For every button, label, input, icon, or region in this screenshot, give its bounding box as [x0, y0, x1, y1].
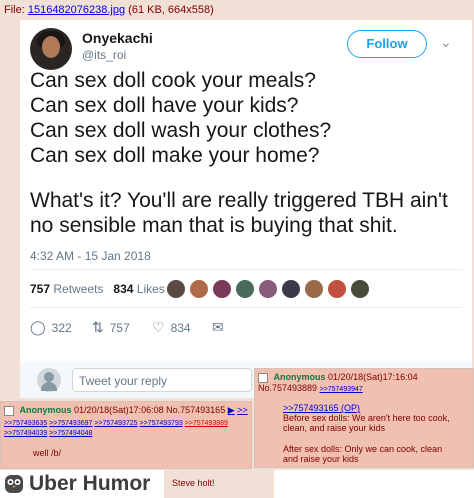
liker-avatar[interactable] [281, 279, 301, 299]
liker-avatar[interactable] [304, 279, 324, 299]
poster-name: Anonymous [19, 405, 72, 415]
liker-avatar[interactable] [350, 279, 370, 299]
file-label: File: [4, 4, 25, 16]
retweet-action[interactable]: ⇅ 757 [92, 319, 130, 336]
liker-avatar[interactable] [235, 279, 255, 299]
owl-logo-icon [5, 475, 23, 493]
retweets-label[interactable]: Retweets [53, 282, 103, 296]
reply-icon: ◯ [30, 319, 46, 335]
tweet-timestamp[interactable]: 4:32 AM - 15 Jan 2018 [30, 249, 151, 263]
post-number[interactable]: No.757493165 [166, 405, 225, 415]
post-number[interactable]: No.757493889 [258, 383, 317, 393]
file-link[interactable]: 1516482076238.jpg [28, 4, 125, 16]
divider [30, 269, 462, 270]
liker-avatar[interactable] [166, 279, 186, 299]
poster-name: Anonymous [273, 372, 326, 382]
envelope-icon: ✉ [212, 319, 224, 335]
tweet-line: Can sex doll cook your meals? [30, 69, 316, 92]
message-action[interactable]: ✉ [212, 319, 230, 336]
backlink[interactable]: >>757493725 [94, 420, 137, 427]
chevron-down-icon[interactable]: ⌄ [440, 34, 452, 51]
tweet-line: Can sex doll make your home? [30, 144, 320, 167]
follow-button[interactable]: Follow [347, 30, 427, 58]
backlink-highlighted[interactable]: >>757493889 [185, 420, 228, 427]
backlink[interactable]: >>757493635 [4, 420, 47, 427]
tweet-line: Can sex doll wash your clothes? [30, 119, 332, 142]
backlink[interactable]: >>757493793 [140, 420, 183, 427]
backlink[interactable]: >>757494048 [49, 430, 92, 437]
retweet-icon: ⇅ [92, 319, 104, 335]
retweet-count: 757 [109, 321, 130, 335]
liker-avatar[interactable] [327, 279, 347, 299]
post-paragraph: After sex dolls: Only we can cook, clean… [283, 444, 443, 464]
retweets-count[interactable]: 757 [30, 282, 50, 296]
file-meta: (61 KB, 664x558) [128, 4, 214, 16]
backlink[interactable]: >>757493697 [49, 420, 92, 427]
backlink[interactable]: >>757493947 [320, 386, 363, 393]
liker-avatar[interactable] [212, 279, 232, 299]
post-checkbox[interactable] [4, 405, 14, 416]
reply-action[interactable]: ◯ 322 [30, 319, 72, 336]
post-message: well /b/ [33, 448, 62, 458]
backlink[interactable]: >>757494039 [4, 430, 47, 437]
likes-count[interactable]: 834 [113, 282, 133, 296]
tweet-card: Onyekachi @its_roi Follow ⌄ Can sex doll… [20, 20, 472, 398]
engagement-stats: 757 Retweets 834 Likes [30, 282, 165, 296]
footer-bar: Uber Humor Steve holt! [0, 470, 474, 498]
forum-post: Anonymous 01/20/18(Sat)17:06:08 No.75749… [0, 401, 252, 469]
display-name[interactable]: Onyekachi [82, 30, 153, 46]
like-count: 834 [170, 321, 191, 335]
file-info-bar: File: 1516482076238.jpg (61 KB, 664x558) [0, 0, 474, 20]
user-avatar-icon [37, 368, 61, 392]
tweet-paragraph: What's it? You'll are really triggered T… [30, 189, 448, 237]
backlink[interactable]: >> [237, 405, 248, 415]
caption-box: Steve holt! [164, 470, 274, 498]
post-paragraph: Before sex dolls: We aren't here too coo… [283, 413, 450, 433]
likes-label[interactable]: Likes [137, 282, 165, 296]
user-handle[interactable]: @its_roi [82, 48, 126, 62]
caption-text: Steve holt! [172, 478, 215, 488]
reply-input[interactable]: Tweet your reply [72, 368, 252, 392]
post-checkbox[interactable] [258, 372, 268, 383]
liker-avatars [166, 279, 373, 304]
forum-post: Anonymous 01/20/18(Sat)17:16:04 No.75749… [254, 368, 474, 468]
liker-avatar[interactable] [189, 279, 209, 299]
brand-name: Uber Humor [29, 472, 151, 495]
reply-count: 322 [51, 321, 72, 335]
post-datetime: 01/20/18(Sat)17:16:04 [328, 372, 418, 382]
divider [30, 307, 462, 308]
liker-avatar[interactable] [258, 279, 278, 299]
post-menu-arrow-icon[interactable]: ▶ [228, 405, 235, 415]
tweet-text: Can sex doll cook your meals? Can sex do… [30, 68, 466, 168]
avatar[interactable] [30, 28, 72, 70]
heart-icon: ♡ [152, 319, 165, 335]
post-datetime: 01/20/18(Sat)17:06:08 [74, 405, 164, 415]
tweet-line: Can sex doll have your kids? [30, 94, 299, 117]
like-action[interactable]: ♡ 834 [152, 319, 191, 336]
quote-link[interactable]: >>757493165 (OP) [283, 403, 360, 413]
